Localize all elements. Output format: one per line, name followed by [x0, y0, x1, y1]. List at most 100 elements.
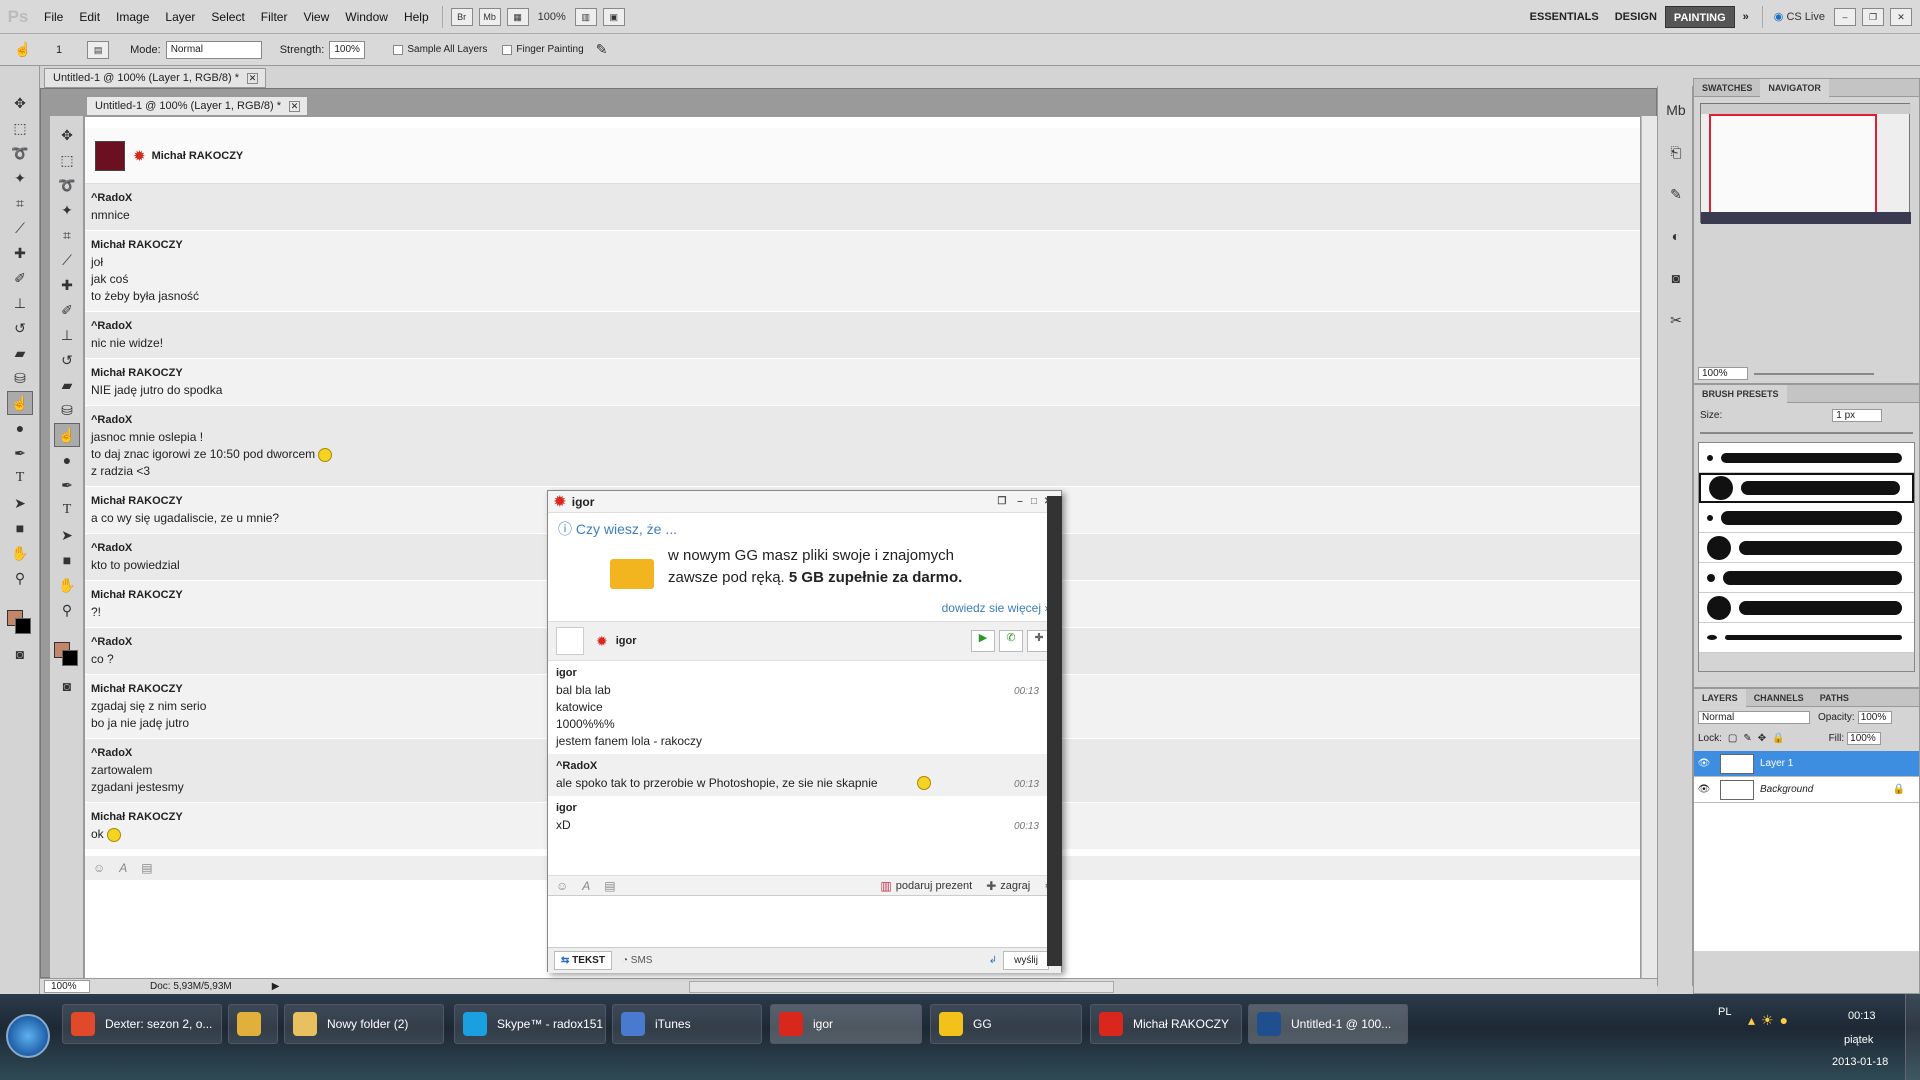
menu-layer[interactable]: Layer — [157, 10, 203, 24]
brush-preset-item[interactable] — [1699, 563, 1914, 593]
type-tool-icon[interactable]: T — [7, 466, 33, 490]
finger-painting-checkbox[interactable] — [502, 44, 513, 55]
taskbar-button[interactable]: Skype™ - radox151 — [454, 1004, 606, 1044]
quick-mask-icon[interactable]: ◙ — [7, 642, 33, 666]
gift-link[interactable]: podaruj prezent — [896, 880, 972, 892]
view-extras-icon[interactable]: ▦ — [506, 7, 529, 26]
file-icon[interactable]: ▤ — [604, 879, 615, 893]
brush-preset-item[interactable] — [1699, 503, 1914, 533]
workspace-painting[interactable]: PAINTING — [1664, 5, 1735, 28]
brush-size-slider[interactable] — [1700, 432, 1913, 434]
healing-brush-tool-icon[interactable]: ✚ — [7, 241, 33, 265]
menu-edit[interactable]: Edit — [71, 10, 108, 24]
brush-panel-icon[interactable]: ✎ — [1663, 182, 1689, 206]
video-call-icon[interactable]: ▶ — [971, 630, 995, 652]
screen-mode-icon[interactable]: ▣ — [602, 7, 625, 26]
mini-bridge-panel-icon[interactable]: Mb — [1663, 98, 1689, 122]
hand-tool-icon[interactable]: ✋ — [7, 541, 33, 565]
tab-sms[interactable]: ◔ SMS — [612, 952, 663, 969]
layer-row[interactable]: 👁 Layer 1 — [1694, 751, 1919, 777]
close-icon[interactable]: ✕ — [1890, 7, 1912, 26]
brush-size-field[interactable]: 1 px — [1832, 409, 1883, 422]
strength-input[interactable]: 100% — [329, 40, 366, 59]
pressure-icon[interactable]: ✎ — [589, 38, 615, 62]
workspace-essentials[interactable]: ESSENTIALS — [1522, 11, 1607, 23]
maximize-icon[interactable]: □ — [1027, 496, 1041, 508]
menu-window[interactable]: Window — [337, 10, 396, 24]
play-link[interactable]: zagraj — [1000, 880, 1030, 892]
brush-preset-item[interactable] — [1699, 623, 1914, 653]
tab-close-icon[interactable]: ✕ — [247, 72, 259, 84]
tab-layers[interactable]: LAYERS — [1694, 688, 1746, 707]
layer-name[interactable]: Background — [1760, 784, 1813, 795]
tab-channels[interactable]: CHANNELS — [1746, 689, 1812, 707]
status-zoom[interactable]: 100% — [44, 980, 90, 993]
taskbar-button[interactable]: igor — [770, 1004, 922, 1044]
history-brush-tool-icon[interactable]: ↺ — [7, 316, 33, 340]
menu-image[interactable]: Image — [108, 10, 157, 24]
taskbar-button[interactable]: iTunes — [612, 1004, 762, 1044]
gg-title-bar[interactable]: ✹ igor ❐ – □ ✕ — [548, 491, 1061, 513]
marquee-tool-icon[interactable]: ⬚ — [7, 116, 33, 140]
horizontal-scrollbar[interactable] — [689, 980, 1115, 993]
cs-live-button[interactable]: ◉ CS Live — [1774, 10, 1825, 23]
tab-swatches[interactable]: SWATCHES — [1694, 79, 1760, 97]
brush-panel-toggle-icon[interactable]: ▤ — [87, 40, 110, 59]
tab-brush-presets[interactable]: BRUSH PRESETS — [1694, 384, 1787, 403]
zoom-tool-icon[interactable]: ⚲ — [7, 566, 33, 590]
brush-size-value[interactable]: 1 — [56, 44, 62, 56]
brush-preset-item[interactable] — [1699, 443, 1914, 473]
restore-icon[interactable]: ❐ — [1862, 7, 1884, 26]
clock-time[interactable]: 00:13 — [1848, 1010, 1876, 1022]
move-tool-icon[interactable]: ✥ — [7, 91, 33, 115]
paint-bucket-tool-icon[interactable]: ⛁ — [7, 366, 33, 390]
menu-file[interactable]: File — [36, 10, 71, 24]
lock-icons[interactable]: ▢✎✥🔒 — [1728, 733, 1791, 744]
history-panel-icon[interactable]: ⎗ — [1663, 140, 1689, 164]
eraser-tool-icon[interactable]: ▰ — [7, 341, 33, 365]
brush-preset-item[interactable] — [1699, 533, 1914, 563]
brush-preset-item[interactable] — [1699, 473, 1914, 503]
stamp-tool-icon[interactable]: ⊥ — [7, 291, 33, 315]
enter-key-icon[interactable]: ↲ — [989, 955, 997, 966]
tab-paths[interactable]: PATHS — [1812, 689, 1857, 707]
taskbar-button[interactable]: Untitled-1 @ 100... — [1248, 1004, 1408, 1044]
brush-preset-item[interactable] — [1699, 593, 1914, 623]
document-tab-outer[interactable]: Untitled-1 @ 100% (Layer 1, RGB/8) * ✕ — [44, 68, 266, 88]
blend-mode-select[interactable]: Normal — [1698, 711, 1810, 724]
taskbar-button[interactable]: Nowy folder (2) — [284, 1004, 444, 1044]
gg-message-input[interactable] — [548, 895, 1061, 947]
taskbar-button[interactable] — [228, 1004, 278, 1044]
send-button[interactable]: wyślij — [1003, 951, 1049, 970]
navigator-view-box[interactable] — [1709, 114, 1877, 214]
menu-filter[interactable]: Filter — [253, 10, 296, 24]
menu-select[interactable]: Select — [203, 10, 252, 24]
shape-tool-icon[interactable]: ■ — [7, 516, 33, 540]
tool-presets-panel-icon[interactable]: ✂ — [1663, 308, 1689, 332]
navigator-zoom-slider[interactable] — [1754, 372, 1874, 375]
smudge-tool-preset-icon[interactable]: ☝ — [10, 38, 36, 62]
quick-select-tool-icon[interactable]: ✦ — [7, 166, 33, 190]
layer-name[interactable]: Layer 1 — [1760, 758, 1793, 769]
layer-row[interactable]: 👁 Background 🔒 — [1694, 777, 1919, 803]
path-select-tool-icon[interactable]: ➤ — [7, 491, 33, 515]
navigator-zoom-value[interactable]: 100% — [1698, 367, 1748, 380]
zoom-level[interactable]: 100% — [538, 11, 566, 23]
adjustments-panel-icon[interactable]: ◐ — [1663, 224, 1689, 248]
mini-bridge-icon[interactable]: Mb — [478, 7, 501, 26]
detach-icon[interactable]: ❐ — [991, 496, 1013, 508]
workspace-design[interactable]: DESIGN — [1607, 11, 1665, 23]
emoticon-icon[interactable]: ☺ — [556, 879, 568, 893]
tab-text[interactable]: ⇆ TEKST — [554, 951, 612, 970]
font-icon[interactable]: A — [582, 879, 590, 893]
language-indicator[interactable]: PL — [1718, 1006, 1731, 1018]
minimize-icon[interactable]: – — [1834, 7, 1856, 26]
minimize-icon[interactable]: – — [1013, 496, 1027, 508]
crop-tool-icon[interactable]: ⌗ — [7, 191, 33, 215]
show-desktop-button[interactable] — [1905, 994, 1920, 1080]
phone-call-icon[interactable]: ✆ — [999, 630, 1023, 652]
eyedropper-tool-icon[interactable]: ⟋ — [7, 216, 33, 240]
gg-tip-link[interactable]: dowiedz sie więcej » — [942, 601, 1051, 615]
background-color-swatch[interactable] — [15, 618, 31, 634]
bridge-icon[interactable]: Br — [450, 7, 473, 26]
